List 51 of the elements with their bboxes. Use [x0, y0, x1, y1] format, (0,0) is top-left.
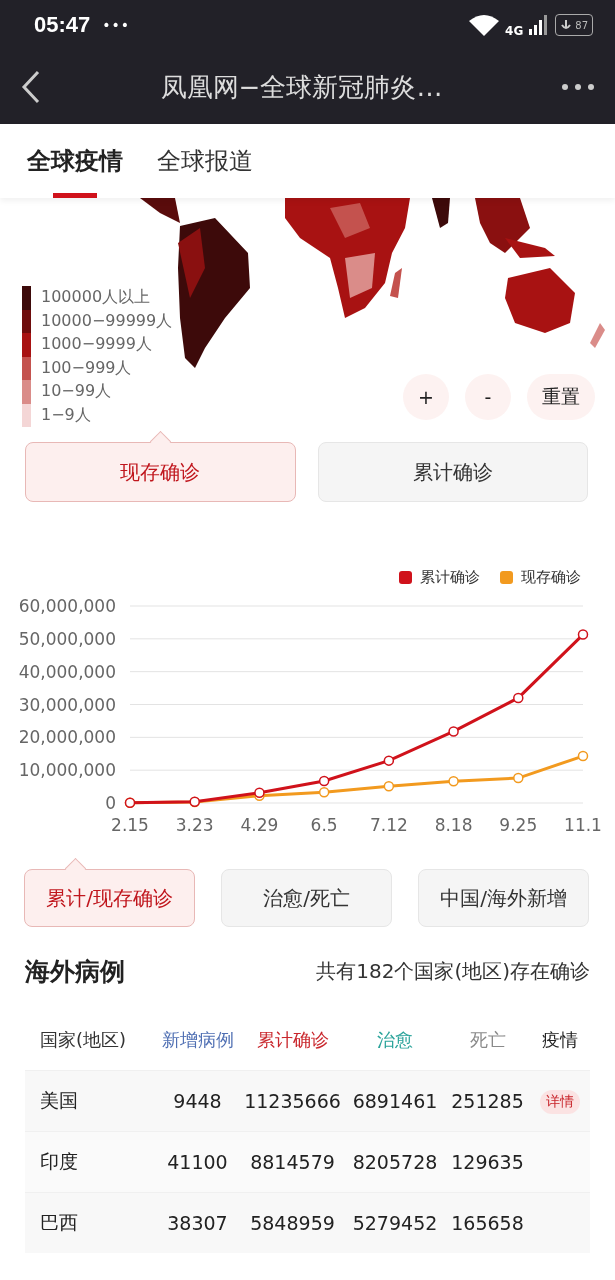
legend-label: 现存确诊	[521, 568, 581, 587]
y-tick-label: 60,000,000	[18, 596, 116, 616]
legend-label: 10−99人	[41, 381, 112, 403]
table-cell-text: 41100	[166, 1151, 229, 1173]
x-tick-label: 9.25	[499, 815, 538, 835]
clock: 05:47	[34, 12, 91, 38]
y-tick-label: 10,000,000	[18, 760, 116, 781]
legend-label: 100−999人	[41, 357, 132, 379]
table-cell-text: 251285	[450, 1090, 525, 1112]
column-header: 累计确诊	[255, 1028, 330, 1052]
x-tick-label: 2.15	[111, 815, 149, 835]
column-header: 死亡	[468, 1028, 507, 1052]
table-cell-text: 8814579	[249, 1151, 336, 1173]
x-tick-label: 8.18	[434, 815, 473, 835]
table-cell-text: 5848959	[249, 1212, 336, 1234]
table-cell-text: 38307	[166, 1212, 229, 1234]
legend-label: 10000−99999人	[41, 310, 173, 332]
table-cell-text: 巴西	[40, 1210, 79, 1235]
table-cell-text: 165658	[450, 1212, 525, 1234]
column-header: 新增病例	[160, 1028, 235, 1052]
legend-label: 累计确诊	[420, 568, 480, 587]
page-title: 凤凰网−全球新冠肺炎…	[159, 70, 444, 104]
notification-dots: •••	[102, 17, 131, 33]
table-cell-text: 8205728	[351, 1151, 439, 1173]
table-cell-text: 11235666	[243, 1090, 342, 1112]
y-tick-label: 30,000,000	[18, 694, 116, 715]
x-tick-label: 4.29	[240, 815, 279, 835]
column-header: 国家(地区)	[40, 1028, 128, 1052]
section-summary: 共有182个国家(地区)存在确诊	[316, 958, 590, 985]
table-cell-text: 9448	[172, 1090, 223, 1112]
x-tick-label: 3.23	[175, 815, 214, 835]
table-cell-text: 129635	[450, 1151, 525, 1173]
table-cell-text: 5279452	[351, 1212, 439, 1234]
network-type: 4G	[505, 24, 524, 38]
table-cell-text: 6891461	[351, 1090, 439, 1112]
y-tick-label: 40,000,000	[18, 661, 116, 682]
table-cell-text: 印度	[40, 1149, 79, 1174]
y-tick-label: 50,000,000	[18, 628, 116, 649]
legend-label: 100000人以上	[41, 287, 151, 309]
column-header: 疫情	[541, 1028, 579, 1052]
battery-level: 87	[575, 19, 588, 31]
legend-label: 1−9人	[41, 404, 91, 426]
x-tick-label: 7.12	[369, 815, 408, 835]
column-header: 治愈	[376, 1028, 414, 1052]
section-title: 海外病例	[25, 956, 125, 988]
y-tick-label: 0	[105, 793, 116, 813]
legend-label: 1000−9999人	[41, 334, 152, 356]
x-tick-label: 11.1	[564, 815, 602, 835]
y-tick-label: 20,000,000	[18, 727, 116, 748]
table-cell-text: 美国	[40, 1088, 79, 1113]
x-tick-label: 6.5	[310, 815, 338, 835]
